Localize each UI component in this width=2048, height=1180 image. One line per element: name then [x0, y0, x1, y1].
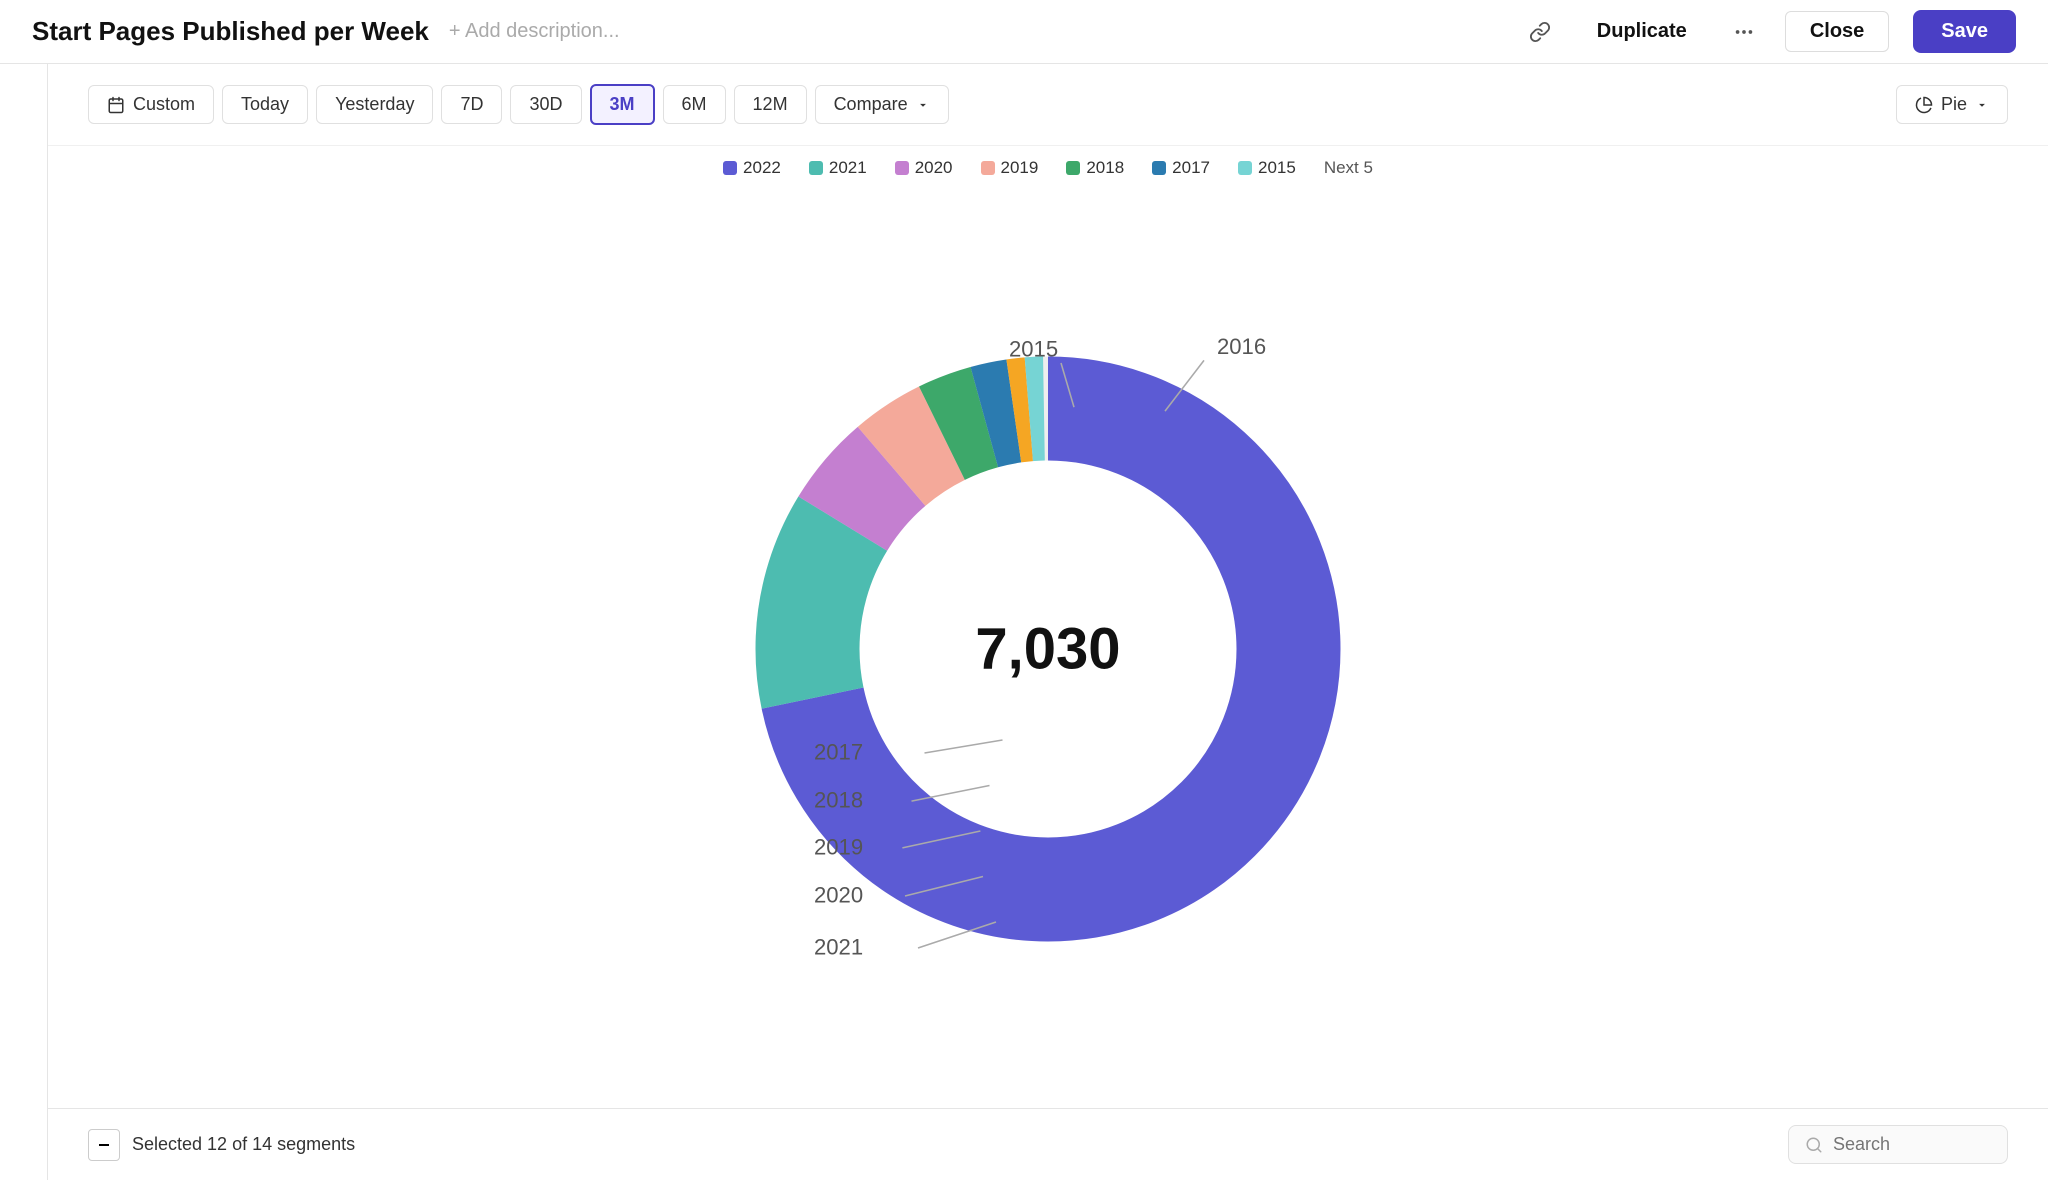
app-container: Start Pages Published per Week + Add des…	[0, 0, 2048, 1180]
label-2020: 2020	[814, 883, 863, 908]
7d-filter-button[interactable]: 7D	[441, 85, 502, 124]
compare-label: Compare	[834, 94, 908, 115]
search-box	[1788, 1125, 2008, 1164]
left-sidebar	[0, 64, 48, 1180]
pie-chart-type-button[interactable]: Pie	[1896, 85, 2008, 124]
duplicate-button[interactable]: Duplicate	[1581, 12, 1703, 51]
segments-count: Selected 12 of 14 segments	[132, 1134, 355, 1155]
legend-dot-2020	[895, 161, 909, 175]
header-actions: Duplicate Close Save	[1523, 10, 2016, 53]
legend-item-2015[interactable]: 2015	[1238, 158, 1296, 178]
6m-label: 6M	[682, 94, 707, 115]
chevron-down-icon	[916, 98, 930, 112]
main-content: Custom Today Yesterday 7D 30D 3M	[0, 64, 2048, 1180]
minus-icon	[97, 1138, 111, 1152]
save-button[interactable]: Save	[1913, 10, 2016, 53]
30d-filter-button[interactable]: 30D	[510, 85, 581, 124]
3m-label: 3M	[610, 94, 635, 115]
7d-label: 7D	[460, 94, 483, 115]
close-button[interactable]: Close	[1785, 11, 1889, 52]
bottom-bar: Selected 12 of 14 segments	[48, 1108, 2048, 1180]
label-2018: 2018	[814, 788, 863, 813]
header-bar: Start Pages Published per Week + Add des…	[0, 0, 2048, 64]
6m-filter-button[interactable]: 6M	[663, 85, 726, 124]
legend-next-button[interactable]: Next 5	[1324, 158, 1373, 178]
pie-icon	[1915, 96, 1933, 114]
today-filter-button[interactable]: Today	[222, 85, 308, 124]
search-input[interactable]	[1833, 1134, 1963, 1155]
legend-item-2021[interactable]: 2021	[809, 158, 867, 178]
3m-filter-button[interactable]: 3M	[590, 84, 655, 125]
more-icon	[1733, 21, 1755, 43]
legend-item-2020[interactable]: 2020	[895, 158, 953, 178]
legend-item-2017[interactable]: 2017	[1152, 158, 1210, 178]
donut-chart: 2022 2021 2020 2019 2018	[658, 259, 1438, 1039]
chart-legend: 2022 2021 2020 2019 2018	[48, 146, 2048, 190]
12m-filter-button[interactable]: 12M	[734, 85, 807, 124]
more-options-button[interactable]	[1727, 15, 1761, 49]
legend-item-2018[interactable]: 2018	[1066, 158, 1124, 178]
custom-filter-button[interactable]: Custom	[88, 85, 214, 124]
custom-label: Custom	[133, 94, 195, 115]
12m-label: 12M	[753, 94, 788, 115]
calendar-icon	[107, 96, 125, 114]
page-title: Start Pages Published per Week	[32, 16, 429, 47]
chart-panel: Custom Today Yesterday 7D 30D 3M	[48, 64, 2048, 1180]
yesterday-filter-button[interactable]: Yesterday	[316, 85, 433, 124]
pie-chevron-icon	[1975, 98, 1989, 112]
link-icon	[1529, 21, 1551, 43]
label-2017: 2017	[814, 740, 863, 765]
deselect-segment-button[interactable]	[88, 1129, 120, 1161]
legend-dot-2021	[809, 161, 823, 175]
chart-area: 2022 2021 2020 2019 2018	[48, 190, 2048, 1108]
legend-item-2022[interactable]: 2022	[723, 158, 781, 178]
link-icon-button[interactable]	[1523, 15, 1557, 49]
legend-dot-2017	[1152, 161, 1166, 175]
legend-item-2019[interactable]: 2019	[981, 158, 1039, 178]
today-label: Today	[241, 94, 289, 115]
chart-center-value: 7,030	[975, 616, 1120, 683]
label-2019: 2019	[814, 834, 863, 859]
segments-selector: Selected 12 of 14 segments	[88, 1129, 355, 1161]
compare-button[interactable]: Compare	[815, 85, 949, 124]
pie-label: Pie	[1941, 94, 1967, 115]
search-icon	[1805, 1136, 1823, 1154]
label-2015: 2015	[1009, 337, 1058, 362]
label-2016: 2016	[1217, 334, 1266, 359]
legend-dot-2019	[981, 161, 995, 175]
add-description[interactable]: + Add description...	[449, 20, 620, 43]
30d-label: 30D	[529, 94, 562, 115]
filter-bar: Custom Today Yesterday 7D 30D 3M	[48, 64, 2048, 146]
yesterday-label: Yesterday	[335, 94, 414, 115]
label-2021: 2021	[814, 935, 863, 960]
legend-dot-2015	[1238, 161, 1252, 175]
legend-dot-2018	[1066, 161, 1080, 175]
legend-dot-2022	[723, 161, 737, 175]
